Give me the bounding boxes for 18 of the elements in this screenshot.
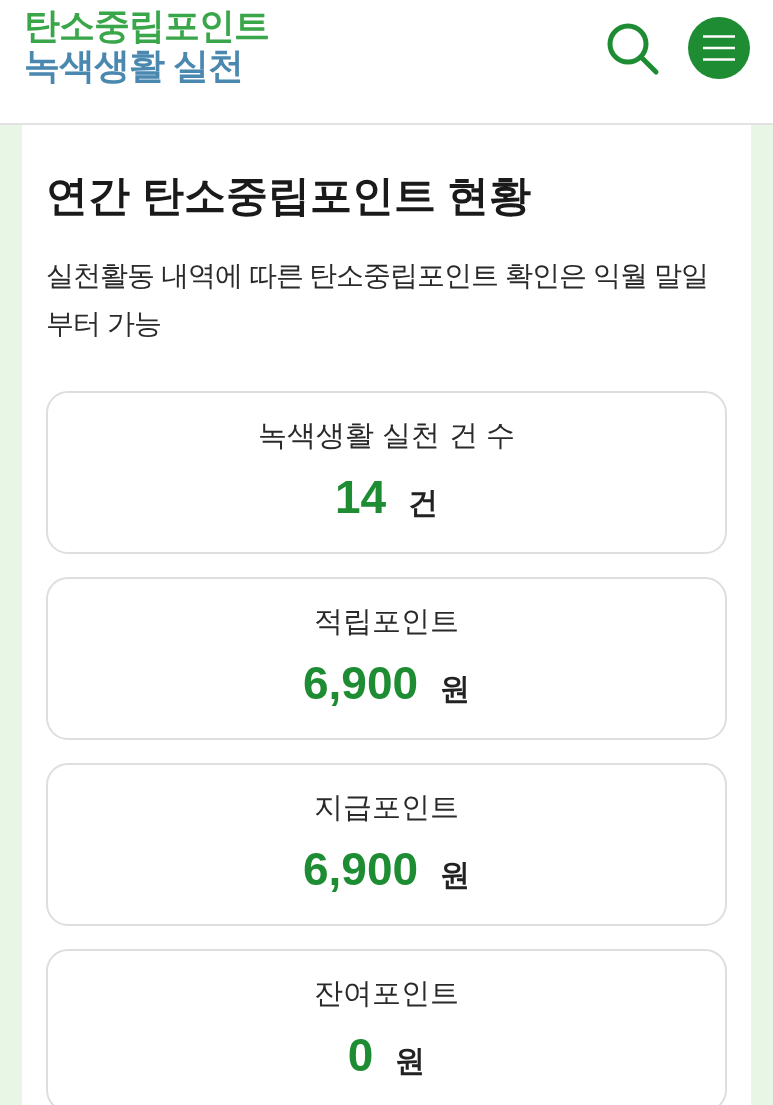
stat-label: 적립포인트: [314, 604, 459, 639]
stat-value: 14: [334, 470, 387, 525]
page-description: 실천활동 내역에 따른 탄소중립포인트 확인은 익월 말일부터 가능: [46, 259, 709, 341]
menu-icon: [703, 35, 735, 61]
logo-text: 탄소중립포인트: [24, 6, 269, 46]
stat-unit: 원: [395, 1043, 426, 1079]
stat-unit: 원: [440, 857, 471, 893]
stat-unit: 원: [440, 671, 471, 707]
stat-value: 6,900: [302, 842, 419, 897]
stat-label: 잔여포인트: [314, 976, 459, 1011]
stat-value: 6,900: [302, 656, 419, 711]
stat-label: 지급포인트: [314, 790, 459, 825]
page-title: 연간 탄소중립포인트 현황: [46, 171, 533, 221]
site-logo[interactable]: 탄소중립포인트 녹색생활 실천: [24, 6, 269, 86]
stat-value: 0: [347, 1028, 374, 1083]
logo-text: 녹색생활 실천: [24, 46, 244, 86]
stat-unit: 건: [408, 485, 439, 521]
stat-label: 녹색생활 실천 건 수: [258, 418, 515, 453]
